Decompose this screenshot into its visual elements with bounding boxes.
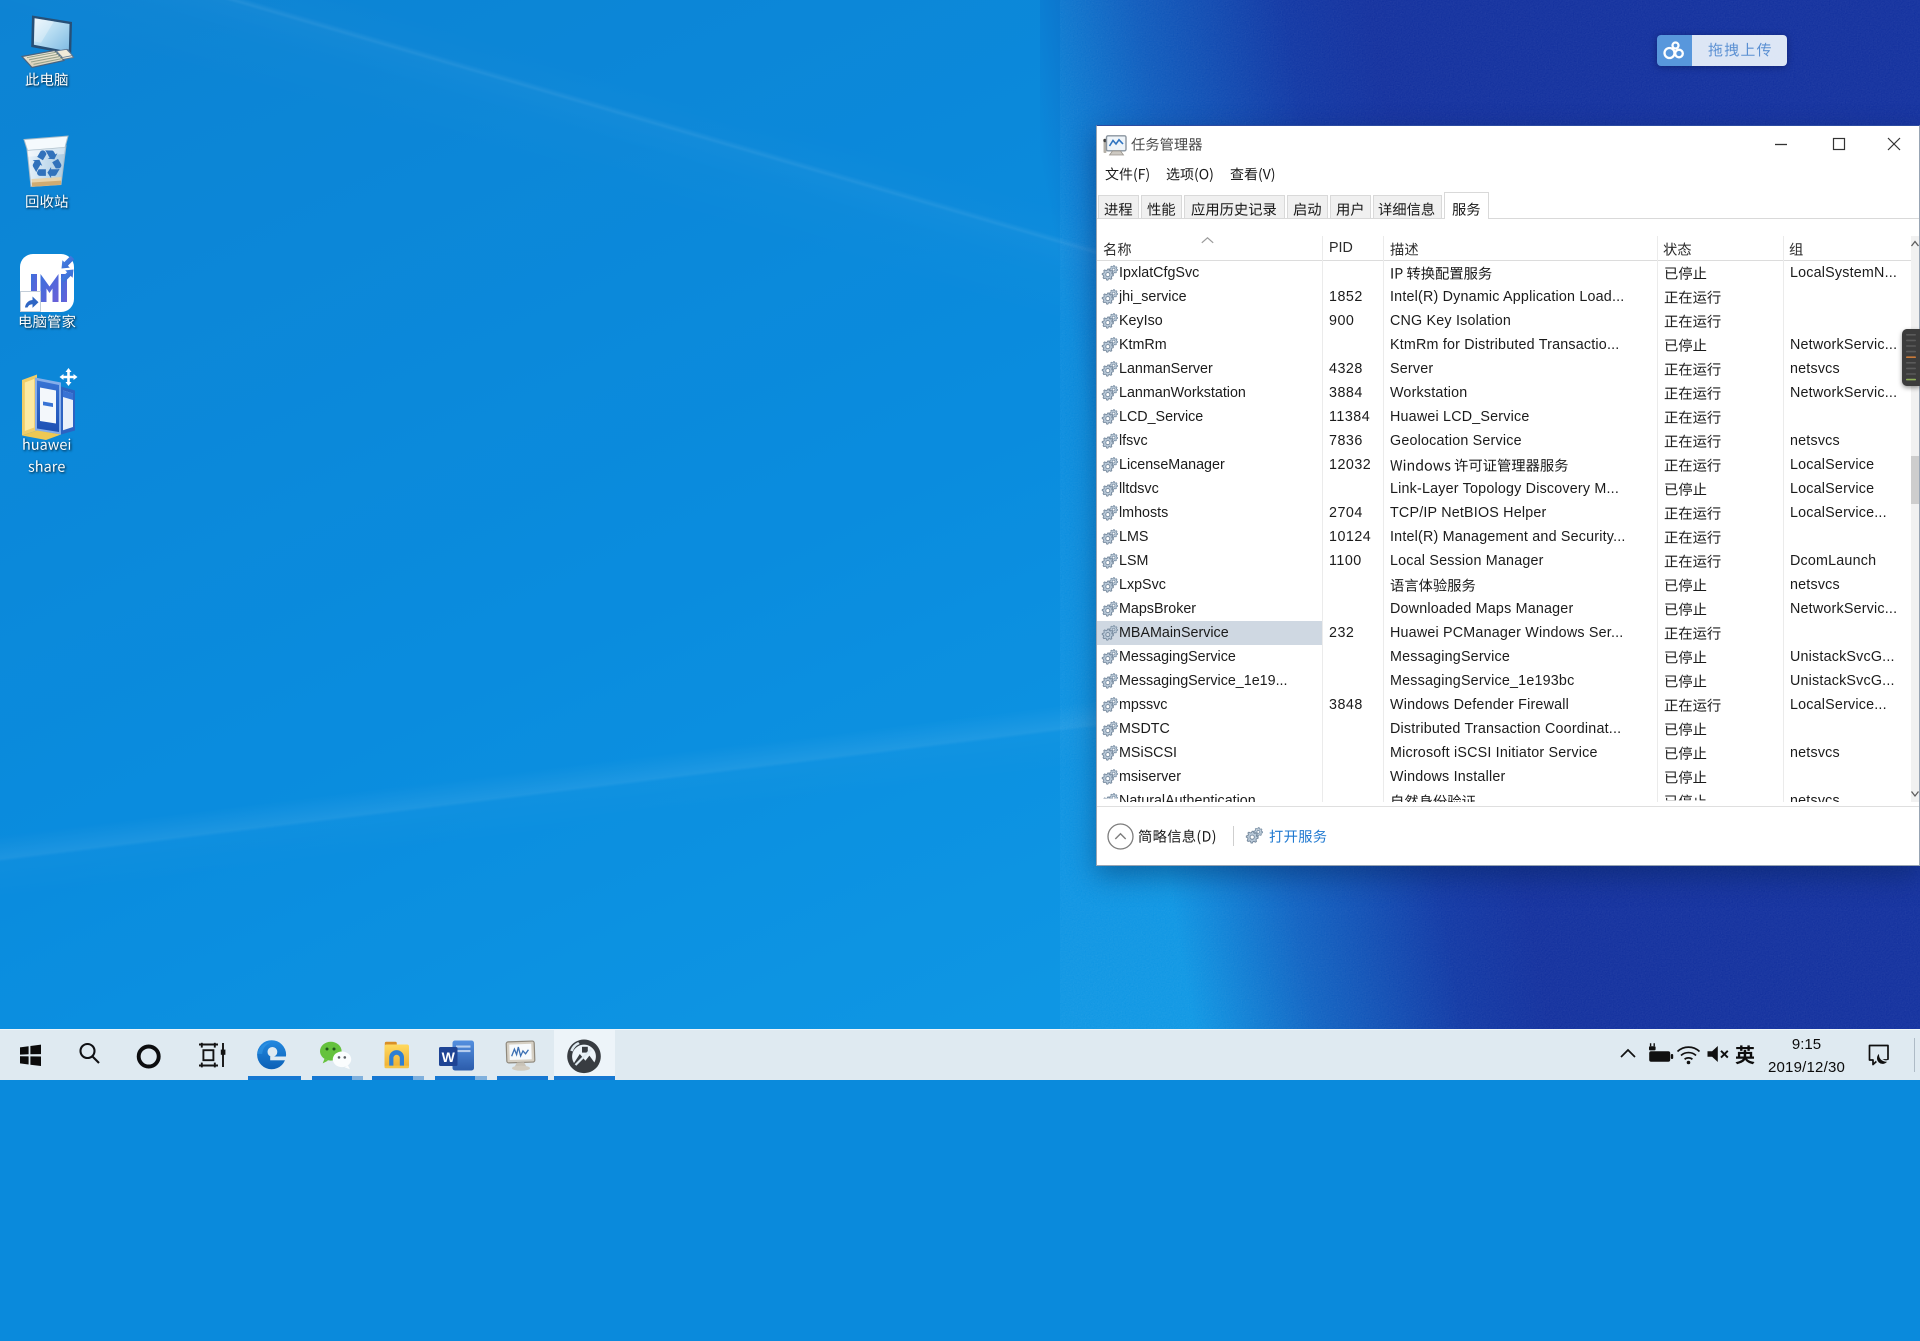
svg-text:W: W — [442, 1049, 456, 1065]
